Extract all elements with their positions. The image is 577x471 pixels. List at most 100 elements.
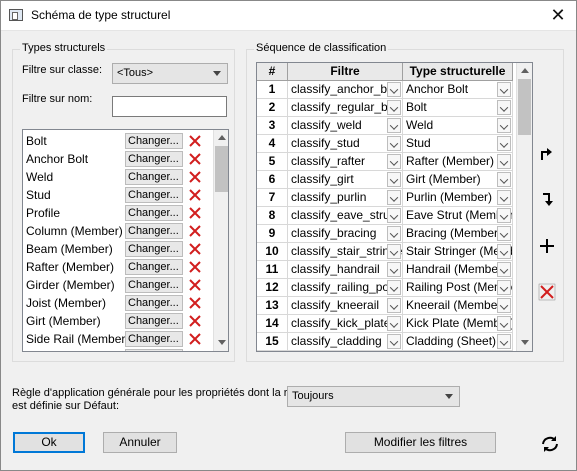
rule-combo[interactable]: Toujours [287,386,460,407]
type-cell[interactable]: Stud [403,135,513,153]
delete-icon[interactable] [187,277,203,293]
change-button[interactable]: Changer... [125,349,183,351]
classification-grid[interactable]: # Filtre Type structurelle 1 classify_anc… [256,62,533,352]
column-header-type[interactable]: Type structurelle [403,63,513,81]
change-button[interactable]: Changer... [125,241,183,257]
chevron-down-icon[interactable] [387,82,401,97]
type-cell[interactable]: Kick Plate (Member) [403,315,513,333]
type-cell[interactable]: Stair Stringer (Member) [403,243,513,261]
chevron-down-icon[interactable] [387,118,401,133]
list-item[interactable]: Purlin (Member)Changer... [23,348,211,352]
structural-types-list[interactable]: Bolt Changer... Anchor Bolt Changer... Weld C… [22,129,229,352]
change-button[interactable]: Changer... [125,151,183,167]
chevron-down-icon[interactable] [387,316,401,331]
table-row[interactable]: 11 classify_handrail Handrail (Member) [257,261,513,279]
chevron-down-icon[interactable] [497,334,511,349]
table-row[interactable]: 2 classify_regular_bolt Bolt [257,99,513,117]
type-cell[interactable]: Railing Post (Member) [403,279,513,297]
chevron-down-icon[interactable] [387,136,401,151]
scroll-down-icon[interactable] [218,340,226,345]
table-row[interactable]: 14 classify_kick_plate Kick Plate (Member) [257,315,513,333]
delete-icon[interactable] [187,133,203,149]
delete-icon[interactable] [187,331,203,347]
types-list-scroll-thumb[interactable] [215,146,228,192]
chevron-down-icon[interactable] [497,208,511,223]
delete-icon[interactable] [187,241,203,257]
chevron-down-icon[interactable] [387,172,401,187]
chevron-down-icon[interactable] [387,298,401,313]
list-item[interactable]: Column (Member) Changer... [23,222,211,240]
column-header-filter[interactable]: Filtre [288,63,403,81]
change-button[interactable]: Changer... [125,313,183,329]
chevron-down-icon[interactable] [497,118,511,133]
list-item[interactable]: Bolt Changer... [23,132,211,150]
table-row[interactable]: 6 classify_girt Girt (Member) [257,171,513,189]
table-row[interactable]: 3 classify_weld Weld [257,117,513,135]
ok-button[interactable]: Ok [13,432,85,453]
type-cell[interactable]: Girt (Member) [403,171,513,189]
chevron-down-icon[interactable] [497,226,511,241]
change-button[interactable]: Changer... [125,169,183,185]
chevron-down-icon[interactable] [497,190,511,205]
delete-icon[interactable] [187,349,203,352]
delete-icon[interactable] [187,295,203,311]
change-button[interactable]: Changer... [125,205,183,221]
type-cell[interactable]: Handrail (Member) [403,261,513,279]
filter-cell[interactable]: classify_stud [288,135,403,153]
chevron-down-icon[interactable] [497,280,511,295]
delete-button[interactable] [535,280,557,302]
type-cell[interactable]: Anchor Bolt [403,81,513,99]
filter-cell[interactable]: classify_regular_bolt [288,99,403,117]
table-row[interactable]: 8 classify_eave_strut Eave Strut (Member) [257,207,513,225]
delete-icon[interactable] [187,223,203,239]
refresh-button[interactable] [537,431,561,455]
chevron-down-icon[interactable] [497,262,511,277]
class-filter-combo[interactable]: <Tous> [112,63,228,84]
filter-cell[interactable]: classify_rafter [288,153,403,171]
filter-cell[interactable]: classify_kick_plate [288,315,403,333]
list-item[interactable]: Joist (Member) Changer... [23,294,211,312]
add-button[interactable] [535,234,557,256]
move-up-button[interactable] [535,142,557,164]
chevron-down-icon[interactable] [497,244,511,259]
cancel-button[interactable]: Annuler [103,432,177,453]
filter-cell[interactable]: classify_bracing [288,225,403,243]
chevron-down-icon[interactable] [387,280,401,295]
table-row[interactable]: 5 classify_rafter Rafter (Member) [257,153,513,171]
list-item[interactable]: Anchor Bolt Changer... [23,150,211,168]
change-button[interactable]: Changer... [125,277,183,293]
list-item[interactable]: Beam (Member) Changer... [23,240,211,258]
type-cell[interactable]: Weld [403,117,513,135]
change-button[interactable]: Changer... [125,295,183,311]
list-item[interactable]: Stud Changer... [23,186,211,204]
chevron-down-icon[interactable] [497,298,511,313]
delete-icon[interactable] [187,205,203,221]
grid-scroll-thumb[interactable] [518,79,531,135]
filter-cell[interactable]: classify_purlin [288,189,403,207]
delete-icon[interactable] [187,151,203,167]
chevron-down-icon[interactable] [497,154,511,169]
chevron-down-icon[interactable] [387,208,401,223]
scroll-up-icon[interactable] [218,135,226,140]
filter-cell[interactable]: classify_weld [288,117,403,135]
type-cell[interactable]: Bolt [403,99,513,117]
delete-icon[interactable] [187,259,203,275]
chevron-down-icon[interactable] [387,334,401,349]
move-down-button[interactable] [535,188,557,210]
grid-scrollbar[interactable] [516,63,532,351]
chevron-down-icon[interactable] [387,100,401,115]
delete-icon[interactable] [187,169,203,185]
table-row[interactable]: 9 classify_bracing Bracing (Member) [257,225,513,243]
filter-cell[interactable]: classify_stair_stringer [288,243,403,261]
chevron-down-icon[interactable] [387,244,401,259]
type-cell[interactable]: Purlin (Member) [403,189,513,207]
table-row[interactable]: 12 classify_railing_post Railing Post (Mem… [257,279,513,297]
type-cell[interactable]: Rafter (Member) [403,153,513,171]
chevron-down-icon[interactable] [497,172,511,187]
chevron-down-icon[interactable] [497,100,511,115]
filter-cell[interactable]: classify_cladding [288,333,403,351]
change-button[interactable]: Changer... [125,331,183,347]
list-item[interactable]: Girder (Member) Changer... [23,276,211,294]
list-item[interactable]: Weld Changer... [23,168,211,186]
chevron-down-icon[interactable] [387,226,401,241]
